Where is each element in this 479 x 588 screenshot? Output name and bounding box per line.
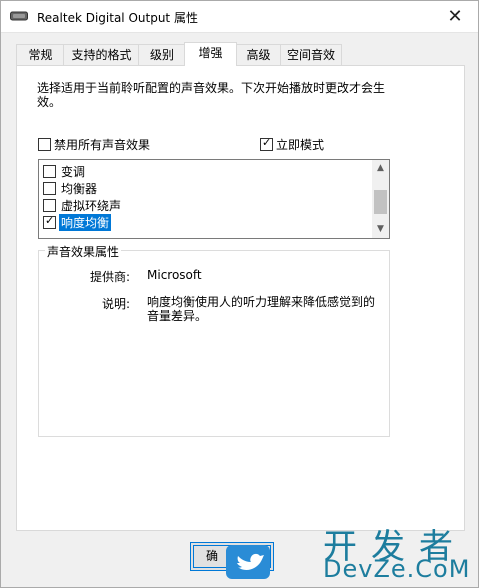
description-label: 说明: — [101, 297, 130, 311]
tab-label: 常规 — [28, 48, 53, 62]
tab-label: 级别 — [149, 48, 174, 62]
equalizer-checkbox[interactable] — [43, 182, 56, 195]
virtual-surround-checkbox[interactable] — [43, 199, 56, 212]
immediate-mode-label[interactable]: 立即模式 — [276, 136, 324, 153]
tab-enhancements[interactable]: 增强 — [184, 42, 237, 66]
check-icon: ✓ — [45, 214, 55, 227]
tab-label: 支持的格式 — [71, 48, 132, 62]
group-title: 声音效果属性 — [45, 243, 122, 260]
speaker-device-icon — [10, 11, 28, 21]
list-item-label: 虚拟环绕声 — [61, 199, 122, 213]
close-icon: ✕ — [447, 6, 463, 27]
list-scrollbar[interactable]: ▲ ▼ — [372, 160, 389, 238]
tab-label: 高级 — [246, 48, 271, 62]
scroll-up-icon[interactable]: ▲ — [372, 160, 389, 177]
effects-list[interactable]: 变调 均衡器 虚拟环绕声 ✓ 响度均衡 ▲ ▼ — [38, 159, 390, 239]
list-item-label: 变调 — [61, 165, 86, 179]
watermark-en: DevZe.CoM — [323, 555, 471, 583]
tab-label: 空间音效 — [286, 48, 335, 62]
provider-label: 提供商: — [89, 270, 130, 284]
tab-levels[interactable]: 级别 — [138, 44, 186, 65]
title-bar[interactable]: Realtek Digital Output 属性 ✕ — [1, 1, 478, 33]
tab-label: 增强 — [198, 46, 223, 60]
immediate-mode-checkbox[interactable]: ✓ — [260, 136, 273, 151]
properties-dialog: Realtek Digital Output 属性 ✕ 常规 支持的格式 级别 … — [0, 0, 479, 588]
pitch-checkbox[interactable] — [43, 165, 56, 178]
enhancements-description: 选择适用于当前聆听配置的声音效果。下次开始播放时更改才会生效。 — [37, 81, 386, 109]
loudness-equalization-checkbox[interactable]: ✓ — [43, 214, 56, 229]
tab-supported-formats[interactable]: 支持的格式 — [63, 44, 140, 65]
disable-all-label[interactable]: 禁用所有声音效果 — [54, 136, 150, 153]
watermark: 开发者 DevZe.CoM — [323, 519, 479, 587]
provider-value: Microsoft — [147, 268, 202, 282]
enhancements-panel: 选择适用于当前聆听配置的声音效果。下次开始播放时更改才会生效。 禁用所有声音效果… — [16, 65, 465, 531]
ok-label: 确 — [205, 549, 218, 563]
bird-logo-icon — [226, 545, 270, 579]
description-value: 响度均衡使用人的听力理解来降低感觉到的音量差异。 — [147, 295, 376, 323]
list-item-label: 响度均衡 — [57, 213, 113, 232]
scroll-thumb[interactable] — [374, 190, 387, 214]
list-item-label: 均衡器 — [61, 182, 98, 196]
close-button[interactable]: ✕ — [432, 1, 478, 32]
window-title: Realtek Digital Output 属性 — [37, 11, 198, 25]
effect-properties-group: 声音效果属性 提供商: Microsoft 说明: 响度均衡使用人的听力理解来降… — [38, 243, 390, 437]
tab-general[interactable]: 常规 — [16, 44, 65, 65]
tab-spatial-sound[interactable]: 空间音效 — [280, 44, 342, 65]
disable-all-checkbox[interactable] — [38, 138, 51, 151]
check-icon: ✓ — [262, 136, 272, 149]
scroll-down-icon[interactable]: ▼ — [372, 221, 389, 238]
tab-advanced[interactable]: 高级 — [235, 44, 282, 65]
